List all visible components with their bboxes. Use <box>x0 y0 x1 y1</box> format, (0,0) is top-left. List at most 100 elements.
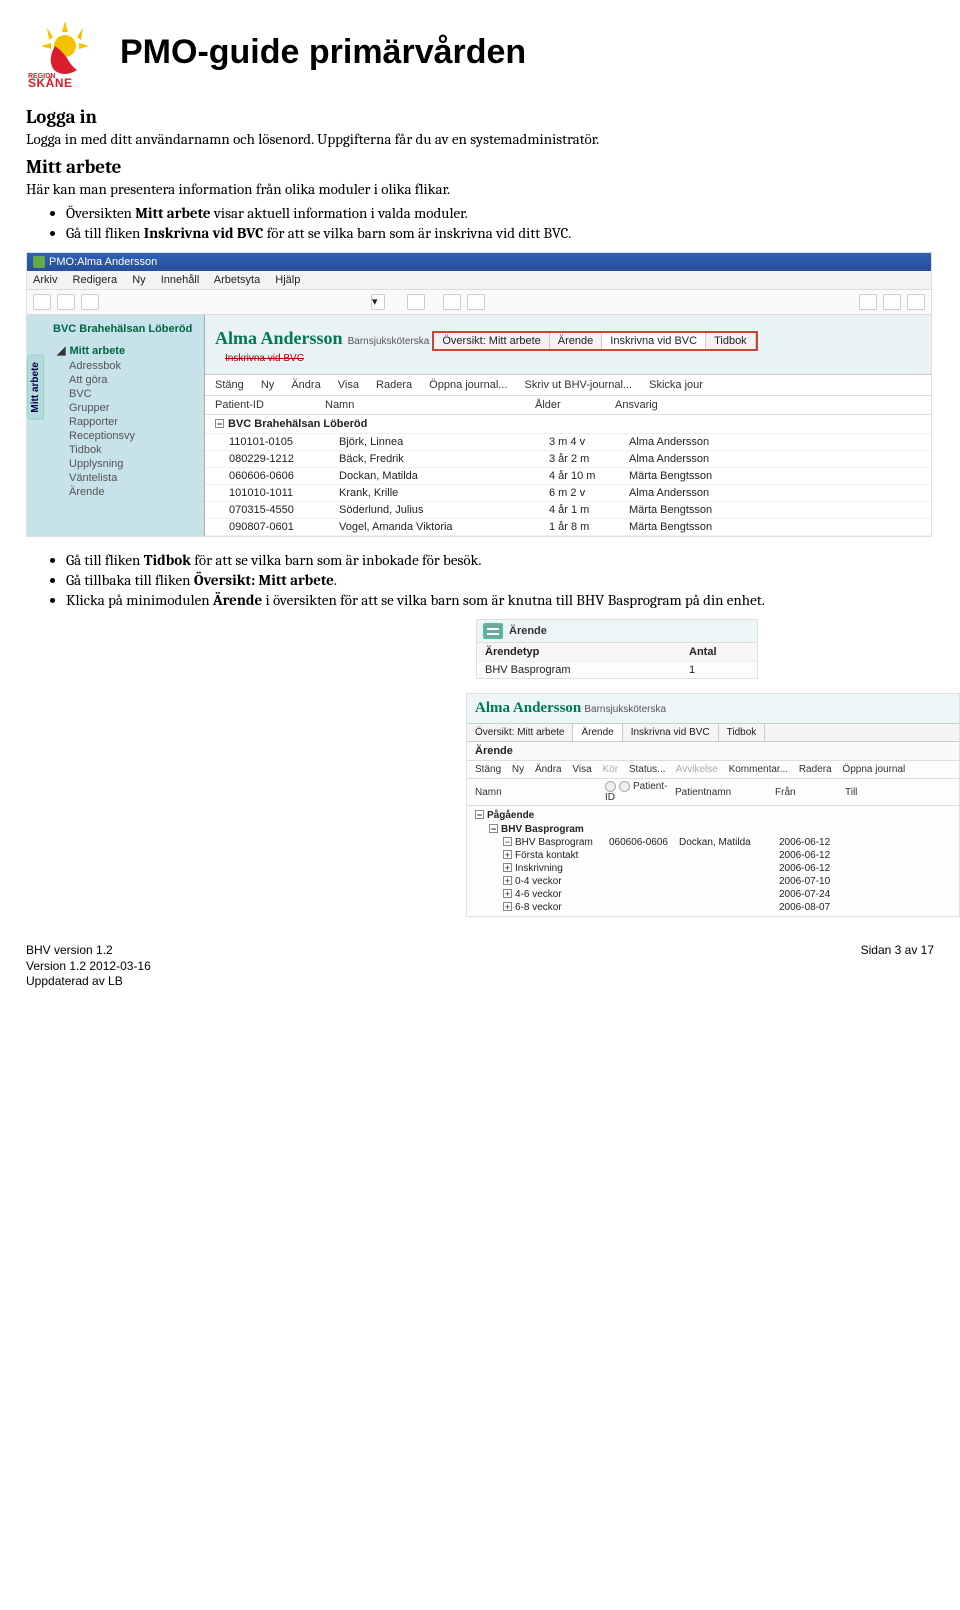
action-stang[interactable]: Stäng <box>215 379 244 391</box>
action-oppna-journal[interactable]: Öppna journal... <box>429 379 507 391</box>
toolbar: ▾ <box>27 290 931 315</box>
table-row[interactable]: 101010-1011Krank, Krille6 m 2 vAlma Ande… <box>205 485 931 502</box>
tree-row[interactable]: +0-4 veckor2006-07-10 <box>475 875 951 888</box>
clear-icon[interactable] <box>605 781 616 792</box>
toolbar-button[interactable] <box>81 294 99 310</box>
tree-bhv-basprogram[interactable]: −BHV Basprogram <box>475 823 951 836</box>
col-patient-id[interactable]: Patient-ID <box>215 399 325 411</box>
action-stang[interactable]: Stäng <box>475 764 501 775</box>
para-mitt-arbete: Här kan man presentera information från … <box>26 180 934 198</box>
dropdown-icon[interactable]: ▾ <box>371 294 385 310</box>
tree-root[interactable]: ◢Mitt arbete <box>57 344 198 357</box>
action-status[interactable]: Status... <box>629 764 666 775</box>
col-namn[interactable]: Namn <box>325 399 535 411</box>
menu-arbetsyta[interactable]: Arbetsyta <box>214 274 260 286</box>
toolbar-button[interactable] <box>907 294 925 310</box>
bullet: Klicka på minimodulen Ärende i översikte… <box>66 591 934 609</box>
tree-row[interactable]: +4-6 veckor2006-07-24 <box>475 888 951 901</box>
tree-item-att-gora[interactable]: Att göra <box>57 373 198 387</box>
menu-redigera[interactable]: Redigera <box>73 274 118 286</box>
mini-row[interactable]: BHV Basprogram 1 <box>477 662 757 678</box>
highlighted-tabs: Översikt: Mitt arbete Ärende Inskrivna v… <box>432 331 757 351</box>
col-till[interactable]: Till <box>845 787 905 798</box>
action-radera[interactable]: Radera <box>376 379 412 391</box>
action-skicka[interactable]: Skicka jour <box>649 379 703 391</box>
bullet: Gå till fliken Inskrivna vid BVC för att… <box>66 224 934 242</box>
action-ny[interactable]: Ny <box>261 379 274 391</box>
table-row[interactable]: 060606-0606Dockan, Matilda4 år 10 mMärta… <box>205 468 931 485</box>
tree-item-upplysning[interactable]: Upplysning <box>57 457 198 471</box>
tab-arende[interactable]: Ärende <box>573 724 622 741</box>
layout-icon[interactable] <box>443 294 461 310</box>
unit-name: BVC Brahehälsan Löberöd <box>53 323 198 336</box>
tab-arende[interactable]: Ärende <box>550 333 602 349</box>
menu-innehall[interactable]: Innehåll <box>161 274 200 286</box>
filter-icon[interactable] <box>619 781 630 792</box>
user-name: Alma Andersson <box>475 700 581 716</box>
user-role: Barnsjuksköterska <box>348 336 430 347</box>
table-row[interactable]: 110101-0105Björk, Linnea3 m 4 vAlma Ande… <box>205 434 931 451</box>
tree-row[interactable]: +Första kontakt2006-06-12 <box>475 849 951 862</box>
tree-item-adressbok[interactable]: Adressbok <box>57 359 198 373</box>
menu-arkiv[interactable]: Arkiv <box>33 274 57 286</box>
action-avvikelse: Avvikelse <box>676 764 718 775</box>
table-row[interactable]: 070315-4550Söderlund, Julius4 år 1 mMärt… <box>205 502 931 519</box>
action-ny[interactable]: Ny <box>512 764 524 775</box>
page-footer: BHV version 1.2 Version 1.2 2012-03-16 U… <box>26 943 934 990</box>
tree-item-arende[interactable]: Ärende <box>57 485 198 499</box>
section-title: Ärende <box>467 742 959 761</box>
toolbar-button[interactable] <box>57 294 75 310</box>
tab-oversikt[interactable]: Översikt: Mitt arbete <box>434 333 549 349</box>
action-andra[interactable]: Ändra <box>291 379 320 391</box>
tab-tidbok[interactable]: Tidbok <box>719 724 766 741</box>
heading-mitt-arbete: Mitt arbete <box>26 156 934 178</box>
tree-row[interactable]: +Inskrivning2006-06-12 <box>475 862 951 875</box>
user-name: Alma Andersson <box>215 328 343 348</box>
tab-tidbok[interactable]: Tidbok <box>706 333 756 349</box>
table-row[interactable]: 080229-1212Bäck, Fredrik3 år 2 mAlma And… <box>205 451 931 468</box>
col-namn[interactable]: Namn <box>475 787 605 798</box>
bullet: Gå till fliken Tidbok för att se vilka b… <box>66 551 934 569</box>
layout-icon[interactable] <box>467 294 485 310</box>
refresh-icon[interactable] <box>407 294 425 310</box>
tree-item-receptionsvy[interactable]: Receptionsvy <box>57 429 198 443</box>
tree-item-grupper[interactable]: Grupper <box>57 401 198 415</box>
tab-oversikt[interactable]: Översikt: Mitt arbete <box>467 724 573 741</box>
tree-pagaende[interactable]: −Pågående <box>475 808 951 823</box>
col-alder[interactable]: Ålder <box>535 399 615 411</box>
toolbar-button[interactable] <box>859 294 877 310</box>
action-andra[interactable]: Ändra <box>535 764 562 775</box>
action-radera[interactable]: Radera <box>799 764 832 775</box>
tab-inskrivna[interactable]: Inskrivna vid BVC <box>623 724 719 741</box>
minimodule-header[interactable]: Ärende <box>477 620 757 643</box>
tree-item-rapporter[interactable]: Rapporter <box>57 415 198 429</box>
menu-ny[interactable]: Ny <box>132 274 145 286</box>
tab-inskrivna-vid-bvc[interactable]: Inskrivna vid BVC <box>602 333 706 349</box>
action-skriv-ut[interactable]: Skriv ut BHV-journal... <box>525 379 633 391</box>
menu-hjalp[interactable]: Hjälp <box>275 274 300 286</box>
doc-title: PMO-guide primärvården <box>120 33 526 72</box>
tree-row[interactable]: +6-8 veckor2006-08-07 <box>475 901 951 914</box>
action-visa[interactable]: Visa <box>572 764 591 775</box>
table-row[interactable]: 090807-0601Vogel, Amanda Viktoria1 år 8 … <box>205 519 931 536</box>
nav-tree: ◢Mitt arbete Adressbok Att göra BVC Grup… <box>57 344 198 499</box>
toolbar-button[interactable] <box>883 294 901 310</box>
action-kor: Kör <box>602 764 618 775</box>
sidebar: Mitt arbete BVC Brahehälsan Löberöd ◢Mit… <box>27 315 205 536</box>
table-group[interactable]: −BVC Brahehälsan Löberöd <box>205 415 931 434</box>
col-patientnamn[interactable]: Patientnamn <box>675 787 775 798</box>
action-kommentar[interactable]: Kommentar... <box>729 764 788 775</box>
col-arendetyp: Ärendetyp <box>485 646 689 658</box>
tree-item-bvc[interactable]: BVC <box>57 387 198 401</box>
para-logga-in: Logga in med ditt användarnamn och lösen… <box>26 130 934 148</box>
side-tab-mitt-arbete[interactable]: Mitt arbete <box>27 355 44 420</box>
tree-row[interactable]: −BHV Basprogram060606-0606Dockan, Matild… <box>475 836 951 849</box>
tree-item-tidbok[interactable]: Tidbok <box>57 443 198 457</box>
action-oppna-journal[interactable]: Öppna journal <box>842 764 905 775</box>
main-panel: Alma Andersson Barnsjuksköterska Översik… <box>205 315 931 536</box>
action-visa[interactable]: Visa <box>338 379 359 391</box>
col-ansvarig[interactable]: Ansvarig <box>615 399 795 411</box>
tree-item-vantelista[interactable]: Väntelista <box>57 471 198 485</box>
toolbar-button[interactable] <box>33 294 51 310</box>
col-fran[interactable]: Från <box>775 787 845 798</box>
